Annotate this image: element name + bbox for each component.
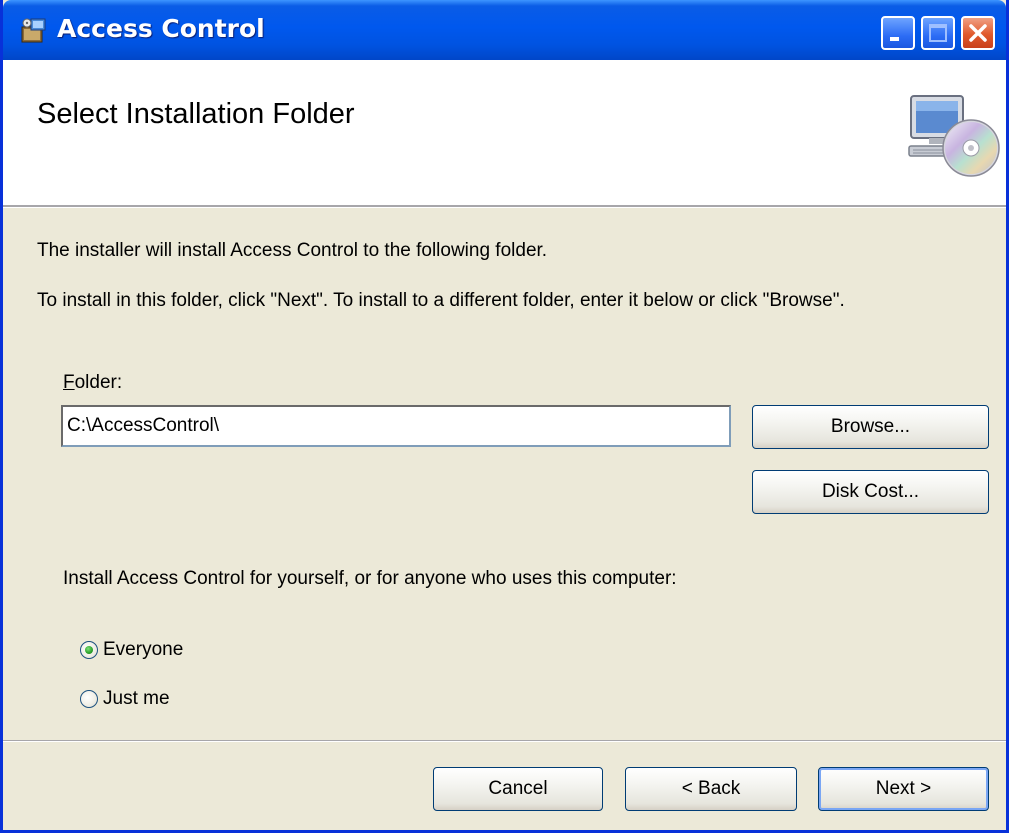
cancel-button[interactable]: Cancel <box>433 767 603 811</box>
radio-everyone-label[interactable]: Everyone <box>103 639 183 661</box>
install-for-prompt: Install Access Control for yourself, or … <box>63 568 677 589</box>
minimize-icon <box>890 37 899 41</box>
installer-window: Access Control Select Installation Folde… <box>0 0 1009 833</box>
back-button[interactable]: < Back <box>625 767 797 811</box>
header-banner: Select Installation Folder <box>3 60 1006 207</box>
maximize-icon <box>929 24 947 42</box>
page-title: Select Installation Folder <box>37 98 355 130</box>
radio-selected-dot <box>85 646 93 654</box>
computer-cd-icon <box>908 95 1000 177</box>
next-button[interactable]: Next > <box>818 767 989 811</box>
installer-app-icon <box>21 18 46 43</box>
instructions-text: To install in this folder, click "Next".… <box>37 290 845 311</box>
folder-label-rest: older: <box>74 372 123 393</box>
window-title: Access Control <box>57 14 265 43</box>
disk-cost-button[interactable]: Disk Cost... <box>752 470 989 514</box>
folder-label-accelerator: F <box>63 372 75 393</box>
browse-button[interactable]: Browse... <box>752 405 989 449</box>
title-bar[interactable]: Access Control <box>3 0 1006 60</box>
folder-path-input[interactable] <box>61 405 731 447</box>
close-button[interactable] <box>961 16 995 50</box>
folder-label: Folder: <box>63 372 122 394</box>
minimize-button[interactable] <box>881 16 915 50</box>
close-icon <box>969 24 987 42</box>
radio-just-me-label[interactable]: Just me <box>103 688 170 710</box>
radio-just-me[interactable] <box>80 690 98 708</box>
radio-everyone[interactable] <box>80 641 98 659</box>
intro-text: The installer will install Access Contro… <box>37 240 548 261</box>
maximize-button[interactable] <box>921 16 955 50</box>
footer-separator <box>3 740 1006 742</box>
